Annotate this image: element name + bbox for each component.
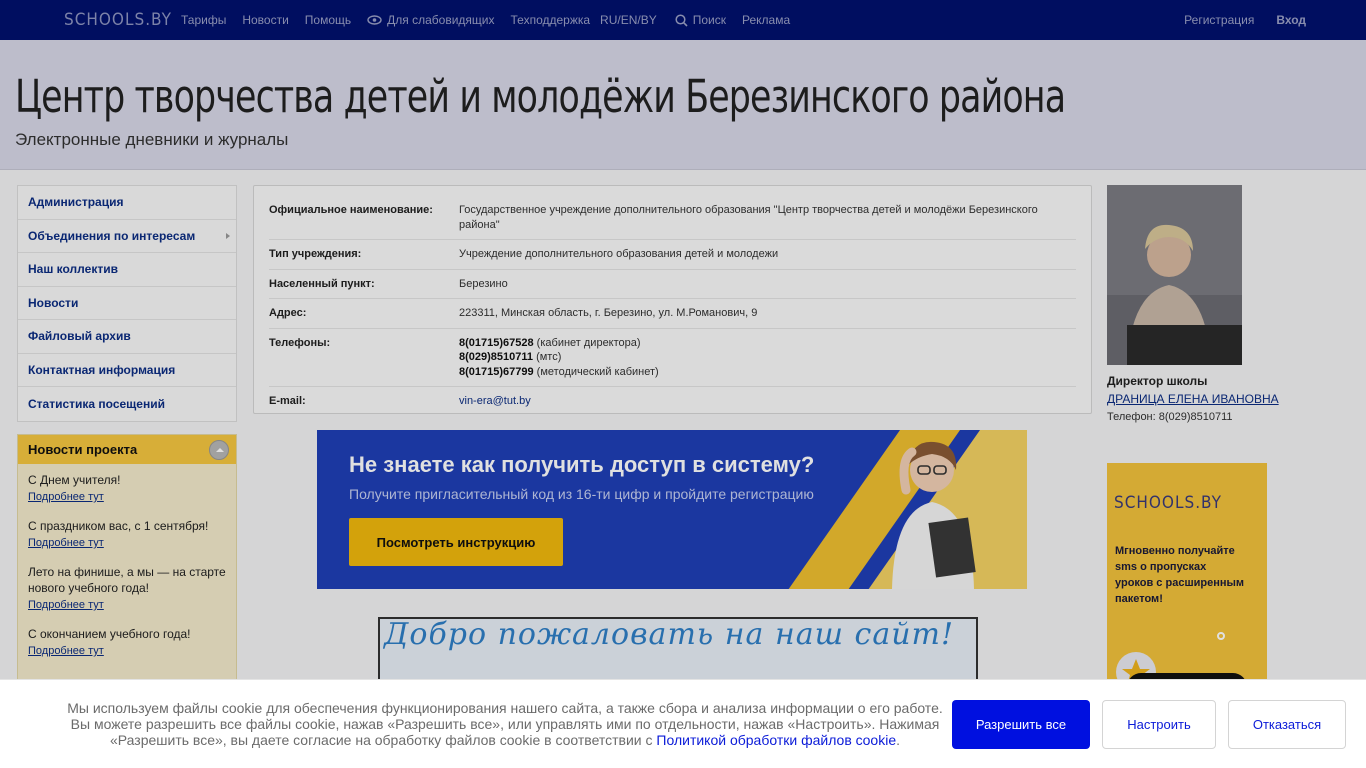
cookie-policy-link[interactable]: Политикой обработки файлов cookie: [656, 732, 896, 748]
configure-button[interactable]: Настроить: [1102, 700, 1216, 749]
decline-button[interactable]: Отказаться: [1228, 700, 1346, 749]
cookie-message-end: .: [896, 732, 901, 748]
cookie-consent-bar: Мы используем файлы cookie для обеспечен…: [0, 679, 1366, 768]
allow-all-button[interactable]: Разрешить все: [952, 700, 1090, 749]
cookie-message: Мы используем файлы cookie для обеспечен…: [60, 700, 950, 748]
modal-backdrop: [0, 0, 1366, 768]
